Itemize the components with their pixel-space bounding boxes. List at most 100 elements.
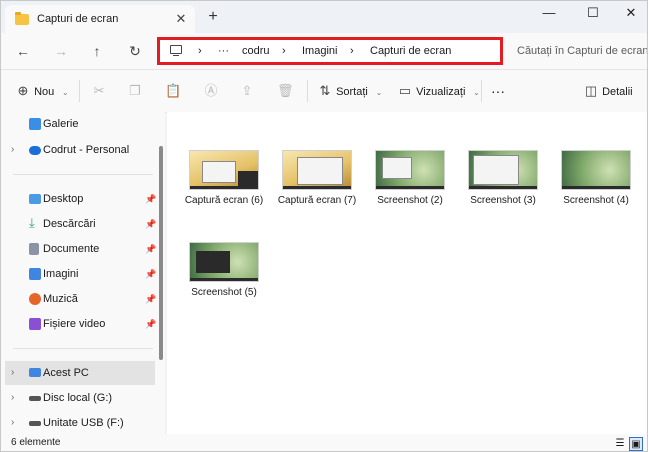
sidebar-item-label: Desktop <box>43 193 84 205</box>
sidebar-item-fisiere-video[interactable]: Fișiere video 📌 <box>5 312 157 336</box>
breadcrumb-separator: › <box>282 45 286 57</box>
sidebar-item-label: Documente <box>43 243 100 255</box>
chevron-right-icon[interactable]: › <box>11 138 14 162</box>
sidebar-item-disc-local-g[interactable]: › Disc local (G:) <box>5 386 155 410</box>
close-tab-icon[interactable]: ✕ <box>171 9 191 29</box>
copy-icon: ❐ <box>129 83 141 98</box>
thumb-window <box>196 251 230 273</box>
delete-button[interactable]: 🗑 <box>277 82 294 100</box>
pictures-icon <box>29 268 41 280</box>
trash-icon: 🗑 <box>277 83 294 98</box>
file-item[interactable]: Screenshot (2) <box>367 150 453 206</box>
navigation-bar: ← → ↑ ↻ › ··· codru › Imagini › Capturi … <box>1 33 647 69</box>
sidebar-item-galerie[interactable]: Galerie <box>5 112 155 136</box>
sidebar-item-codrut-personal[interactable]: › Codrut - Personal <box>5 138 155 162</box>
thumb-taskbar <box>376 186 444 189</box>
maximize-button[interactable]: ☐ <box>573 1 613 27</box>
close-window-button[interactable]: ✕ <box>611 1 647 27</box>
sidebar-item-label: Imagini <box>43 268 79 280</box>
minimize-button[interactable]: — <box>529 1 569 27</box>
scissors-icon: ✂ <box>93 83 105 98</box>
rename-button[interactable]: Ⓐ <box>203 82 219 100</box>
sidebar-item-desktop[interactable]: Desktop 📌 <box>5 187 156 211</box>
new-tab-button[interactable]: + <box>203 7 223 27</box>
sidebar-item-imagini[interactable]: Imagini 📌 <box>5 262 156 286</box>
up-button[interactable]: ↑ <box>87 41 107 61</box>
file-item[interactable]: Screenshot (4) <box>553 150 639 206</box>
folder-icon <box>15 12 29 25</box>
file-name: Screenshot (4) <box>563 195 629 206</box>
image-thumbnail <box>561 150 631 190</box>
search-input[interactable]: Căutați în Capturi de ecran <box>517 45 647 57</box>
chevron-down-icon: ⌄ <box>375 88 383 97</box>
search-box[interactable]: Căutați în Capturi de ecran <box>509 37 647 65</box>
title-bar: Capturi de ecran ✕ + — ☐ ✕ <box>1 1 647 33</box>
sort-button[interactable]: ⇅ Sortați ⌄ <box>317 82 387 100</box>
thumb-taskbar <box>190 186 258 189</box>
view-icon: ▭ <box>398 83 412 98</box>
share-icon: ⇪ <box>241 83 253 98</box>
paste-icon: 📋 <box>165 83 182 98</box>
pin-icon: 📌 <box>145 294 157 304</box>
pin-icon: 📌 <box>145 244 157 254</box>
sidebar-item-label: Codrut - Personal <box>43 144 130 156</box>
paste-button[interactable]: 📋 <box>165 82 181 100</box>
thumb-taskbar <box>562 186 630 189</box>
download-icon: ⤓ <box>29 215 35 230</box>
chevron-right-icon[interactable]: › <box>11 386 14 410</box>
new-button[interactable]: ⊕ Nou ⌄ <box>15 82 73 100</box>
this-pc-icon[interactable] <box>170 45 182 57</box>
refresh-button[interactable]: ↻ <box>125 41 145 61</box>
separator <box>307 80 308 102</box>
share-button[interactable]: ⇪ <box>239 82 255 100</box>
plus-circle-icon: ⊕ <box>17 83 29 98</box>
address-bar[interactable]: › ··· codru › Imagini › Capturi de ecran <box>157 37 503 65</box>
sidebar-item-descarcari[interactable]: ⤓ Descărcări 📌 <box>5 212 157 236</box>
sidebar-item-label: Disc local (G:) <box>43 392 113 404</box>
file-name: Captură ecran (7) <box>277 195 357 206</box>
sort-label: Sortați <box>336 86 368 98</box>
breadcrumb-ellipsis[interactable]: ··· <box>218 45 229 57</box>
chevron-down-icon: ⌄ <box>61 88 69 97</box>
breadcrumb-capturi-de-ecran[interactable]: Capturi de ecran <box>370 45 451 57</box>
file-name: Screenshot (3) <box>470 195 536 206</box>
tab-capturi-de-ecran[interactable]: Capturi de ecran ✕ <box>5 5 195 33</box>
pin-icon: 📌 <box>145 219 157 229</box>
item-count: 6 elemente <box>11 437 61 448</box>
details-button[interactable]: ◫ Detalii <box>583 82 633 100</box>
sidebar-item-documente[interactable]: Documente 📌 <box>5 237 157 261</box>
chevron-right-icon[interactable]: › <box>11 411 14 435</box>
breadcrumb-separator: › <box>198 45 202 57</box>
breadcrumb-codru[interactable]: codru <box>242 45 270 57</box>
sidebar-item-muzica[interactable]: Muzică 📌 <box>5 287 157 311</box>
sidebar-scrollbar[interactable] <box>159 146 163 360</box>
command-bar: ⊕ Nou ⌄ ✂ ❐ 📋 Ⓐ ⇪ 🗑 ⇅ Sortați ⌄ ▭ Vizual… <box>1 69 647 113</box>
file-item[interactable]: Captură ecran (7) <box>274 150 360 206</box>
file-name: Captură ecran (6) <box>184 195 264 206</box>
see-more-button[interactable]: ··· <box>491 82 505 100</box>
thumb-window <box>473 155 519 185</box>
file-item[interactable]: Screenshot (3) <box>460 150 546 206</box>
pin-icon: 📌 <box>145 319 157 329</box>
sidebar-item-acest-pc[interactable]: › Acest PC <box>5 361 155 385</box>
breadcrumb-imagini[interactable]: Imagini <box>302 45 337 57</box>
thumb-taskbar <box>469 186 537 189</box>
back-button[interactable]: ← <box>13 41 33 61</box>
sidebar-item-label: Galerie <box>43 118 79 130</box>
file-name: Screenshot (5) <box>191 287 257 298</box>
rename-icon: Ⓐ <box>204 83 218 98</box>
status-bar: 6 elemente ☰ ▣ <box>1 434 647 451</box>
large-icons-view-icon[interactable]: ▣ <box>629 437 643 451</box>
image-thumbnail <box>282 150 352 190</box>
cut-button[interactable]: ✂ <box>91 82 107 100</box>
view-button[interactable]: ▭ Vizualizați ⌄ <box>397 82 484 100</box>
forward-button[interactable]: → <box>51 41 71 61</box>
copy-button[interactable]: ❐ <box>127 82 143 100</box>
chevron-right-icon[interactable]: › <box>11 361 14 385</box>
cloud-icon <box>29 146 41 155</box>
sidebar-item-unitate-usb-f[interactable]: › Unitate USB (F:) <box>5 411 155 435</box>
details-view-icon[interactable]: ☰ <box>613 437 627 451</box>
file-item[interactable]: Captură ecran (6) <box>181 150 267 206</box>
details-label: Detalii <box>602 86 633 98</box>
file-item[interactable]: Screenshot (5) <box>181 242 267 298</box>
